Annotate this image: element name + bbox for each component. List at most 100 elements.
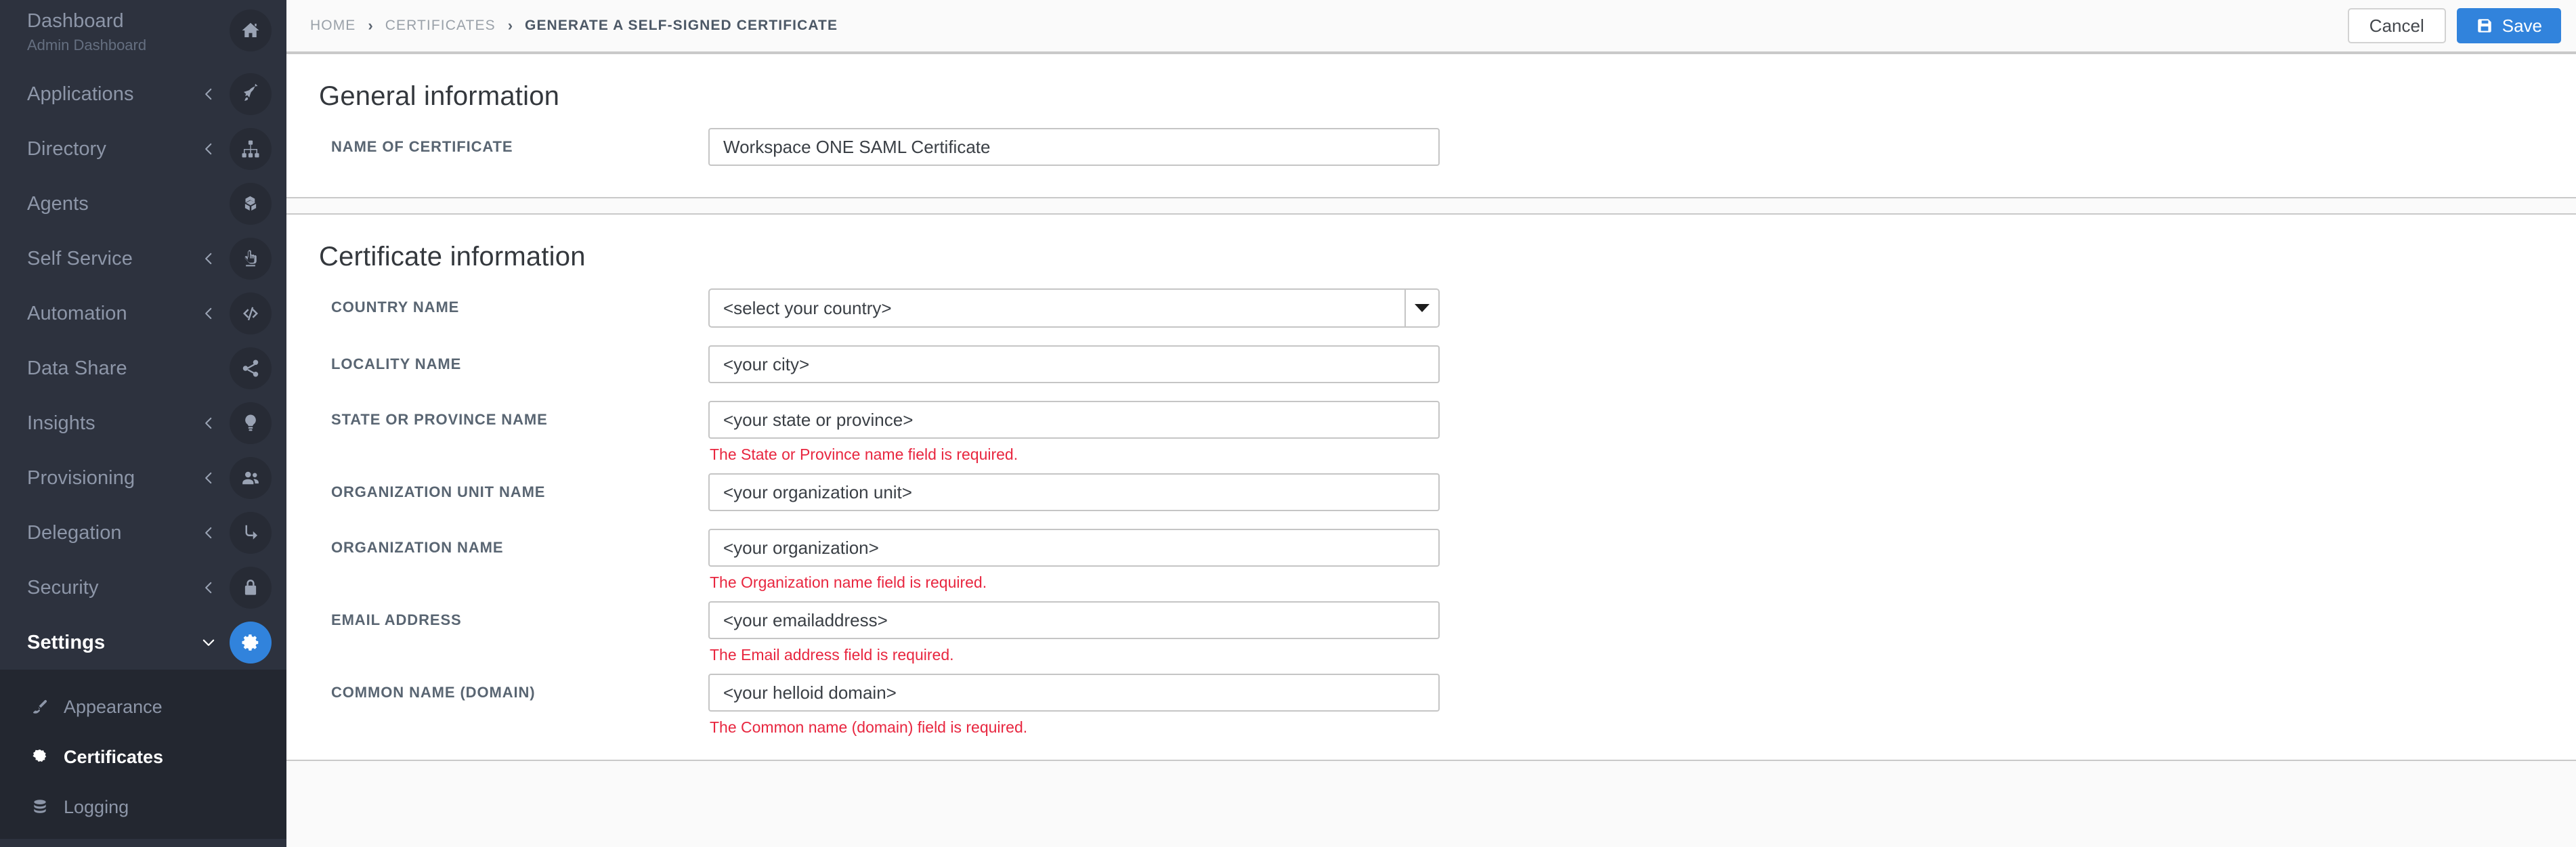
submenu-item-logging[interactable]: Logging — [0, 782, 286, 832]
sidebar-item-label: Security — [27, 576, 99, 599]
breadcrumb-item-home[interactable]: Home — [310, 18, 356, 34]
sitemap-icon[interactable] — [230, 127, 272, 170]
sidebar-item-label: Provisioning — [27, 466, 135, 489]
email-address-input[interactable]: <your emailaddress> — [708, 601, 1440, 639]
chevron-left-icon[interactable] — [193, 85, 224, 103]
code-icon[interactable] — [230, 292, 272, 334]
breadcrumb-separator-icon: › — [507, 17, 513, 34]
organization-unit-name-input[interactable]: <your organization unit> — [708, 473, 1440, 511]
breadcrumb-separator-icon: › — [368, 17, 373, 34]
sidebar-item-directory[interactable]: Directory — [0, 121, 286, 176]
share-icon[interactable] — [230, 347, 272, 389]
certificate-information-title: Certificate information — [319, 242, 586, 272]
control-organization-unit-name: <your organization unit> — [708, 473, 1440, 519]
name-of-certificate-input[interactable]: Workspace ONE SAML Certificate — [708, 128, 1440, 166]
chevron-down-icon[interactable] — [193, 635, 224, 650]
card-bottom-padding — [319, 737, 2543, 760]
chevron-left-icon[interactable] — [193, 524, 224, 542]
organization-name-input[interactable]: <your organization> — [708, 529, 1440, 567]
sidebar-item-text: Directory — [27, 137, 193, 160]
sidebar-item-provisioning[interactable]: Provisioning — [0, 450, 286, 505]
control-common-name-domain: <your helloid domain> The Common name (do… — [708, 674, 1440, 737]
state-or-province-name-input[interactable]: <your state or province> — [708, 401, 1440, 439]
control-locality-name: <your city> — [708, 345, 1440, 391]
chevron-left-icon[interactable] — [193, 250, 224, 267]
sidebar-nav-list: Dashboard Admin Dashboard Applications Dire… — [0, 0, 286, 670]
sidebar-item-label: Settings — [27, 631, 106, 653]
form-row-email-address: Email address <your emailaddress> The Emai… — [319, 592, 2543, 664]
general-information-card: General information Name of certificate W… — [286, 53, 2576, 198]
breadcrumb: Home › Certificates › Generate a self-signed… — [310, 18, 2348, 34]
sidebar-item-label: Delegation — [27, 521, 122, 544]
sidebar-item-text: Insights — [27, 412, 193, 435]
sidebar-item-label: Applications — [27, 83, 134, 105]
sidebar-item-self-service[interactable]: Self Service — [0, 231, 286, 286]
breadcrumb-item-certificates[interactable]: Certificates — [385, 18, 496, 34]
control-email-address: <your emailaddress> The Email address fie… — [708, 601, 1440, 664]
chevron-left-icon[interactable] — [193, 140, 224, 158]
submenu-item-appearance[interactable]: Appearance — [0, 682, 286, 732]
sidebar-item-text: Security — [27, 576, 193, 599]
sidebar-item-text: Data Share — [27, 357, 193, 380]
card-bottom-padding — [319, 174, 2543, 197]
country-name-selected-value: <select your country> — [723, 297, 892, 318]
label-organization-unit-name: Organization unit name — [331, 483, 546, 500]
sidebar-item-text: Self Service — [27, 247, 193, 270]
save-button[interactable]: Save — [2456, 8, 2561, 43]
cancel-button[interactable]: Cancel — [2347, 8, 2446, 43]
lightbulb-icon[interactable] — [230, 401, 272, 444]
control-organization-name: <your organization> The Organization name… — [708, 529, 1440, 592]
form-row-country-name: Country name <select your country> — [319, 279, 2543, 336]
sidebar-item-sublabel: Admin Dashboard — [27, 37, 147, 53]
sidebar-item-text: Automation — [27, 302, 193, 325]
sidebar-item-dashboard[interactable]: Dashboard Admin Dashboard — [0, 0, 286, 66]
label-common-name-domain: Common name (domain) — [331, 684, 536, 701]
common-name-domain-input[interactable]: <your helloid domain> — [708, 674, 1440, 712]
country-name-select[interactable]: <select your country> — [708, 288, 1440, 328]
sidebar-item-delegation[interactable]: Delegation — [0, 505, 286, 560]
rocket-icon[interactable] — [230, 72, 272, 115]
gear-icon[interactable] — [230, 621, 272, 664]
app-root: Dashboard Admin Dashboard Applications Dire… — [0, 0, 2576, 847]
boxes-icon[interactable] — [230, 182, 272, 225]
sidebar-item-applications[interactable]: Applications — [0, 66, 286, 121]
row-spacer — [708, 166, 1440, 174]
topbar-actions: Cancel Save — [2347, 8, 2561, 43]
sidebar-item-text: Delegation — [27, 521, 193, 544]
general-information-title: General information — [319, 81, 560, 111]
sidebar-item-agents[interactable]: Agents — [0, 176, 286, 231]
lock-icon[interactable] — [230, 566, 272, 609]
locality-name-input[interactable]: <your city> — [708, 345, 1440, 383]
submenu-item-certificates[interactable]: Certificates — [0, 732, 286, 782]
sidebar-item-text: Applications — [27, 83, 193, 106]
card-separator — [286, 198, 2576, 213]
label-name-of-certificate: Name of certificate — [331, 138, 513, 155]
chevron-left-icon[interactable] — [193, 305, 224, 322]
chevron-left-icon[interactable] — [193, 579, 224, 596]
paintbrush-icon — [31, 698, 54, 716]
chevron-left-icon[interactable] — [193, 414, 224, 432]
home-icon[interactable] — [230, 9, 272, 51]
save-button-label: Save — [2502, 15, 2542, 36]
sidebar-item-insights[interactable]: Insights — [0, 395, 286, 450]
users-icon[interactable] — [230, 456, 272, 499]
sidebar-item-settings[interactable]: Settings — [0, 615, 286, 670]
hand-pointer-icon[interactable] — [230, 237, 272, 280]
arrow-turn-down-icon[interactable] — [230, 511, 272, 554]
error-message-common-name-domain: The Common name (domain) field is requir… — [710, 718, 1028, 736]
sidebar-item-automation[interactable]: Automation — [0, 286, 286, 341]
sidebar-item-label: Agents — [27, 192, 89, 215]
content-area: General information Name of certificate W… — [286, 53, 2576, 847]
chevron-left-icon[interactable] — [193, 469, 224, 487]
sidebar-item-security[interactable]: Security — [0, 560, 286, 615]
chevron-down-icon[interactable] — [1404, 290, 1438, 326]
certificate-information-card: Certificate information Country name <sel… — [286, 213, 2576, 761]
control-state-or-province-name: <your state or province> The State or Pro… — [708, 401, 1440, 464]
sidebar-submenu: Appearance Certificates Logging — [0, 670, 286, 839]
sidebar-item-data-share[interactable]: Data Share — [0, 341, 286, 395]
form-row-common-name-domain: Common name (domain) <your helloid domain… — [319, 664, 2543, 737]
row-spacer — [708, 383, 1440, 391]
floppy-disk-icon — [2476, 17, 2493, 35]
sidebar-item-text: Dashboard Admin Dashboard — [27, 9, 193, 56]
form-row-organization-name: Organization name <your organization> The … — [319, 519, 2543, 592]
